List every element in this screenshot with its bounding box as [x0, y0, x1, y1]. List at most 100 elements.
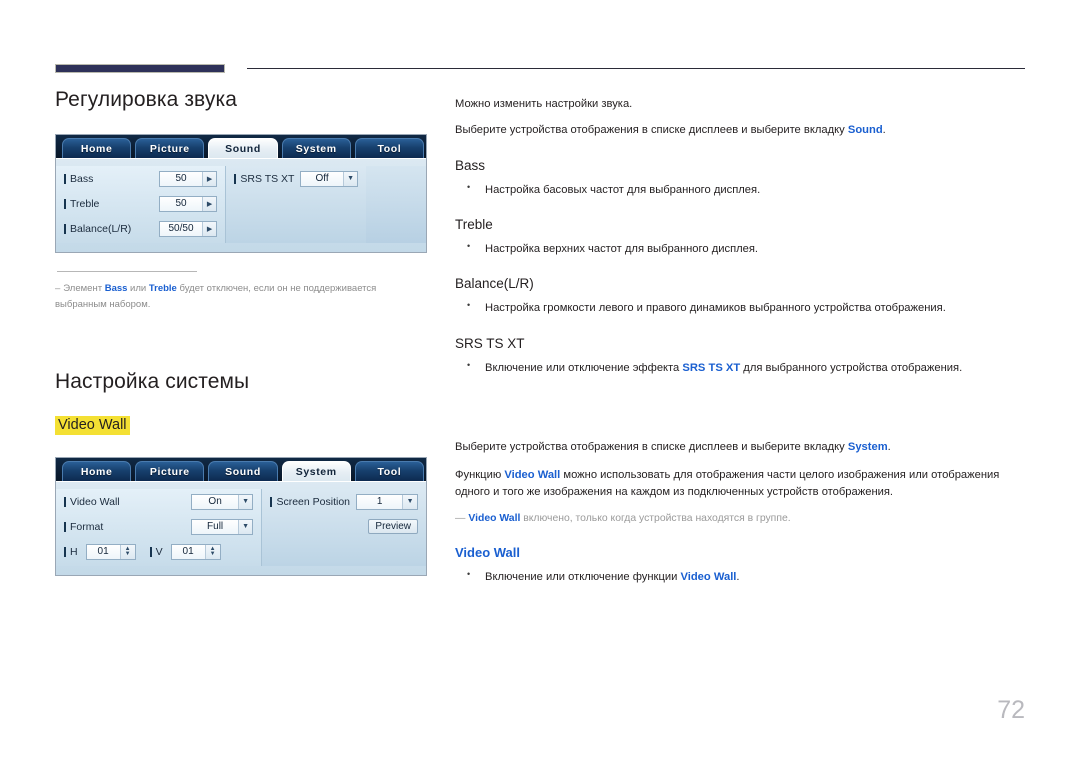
list-item: Включение или отключение эффекта SRS TS …: [465, 359, 1025, 377]
srs-bullet-b: для выбранного устройства отображения.: [740, 361, 963, 374]
bass-stepper[interactable]: 50 ▶: [159, 170, 218, 187]
video-wall-dropdown[interactable]: On ▼: [191, 493, 254, 510]
vw-bullet-a: Включение или отключение функции: [485, 570, 681, 583]
treble-stepper[interactable]: 50 ▶: [159, 195, 218, 212]
osd-pane-mid-sound: SRS TS XT Off ▼: [225, 166, 367, 243]
tab-tool[interactable]: Tool: [354, 138, 425, 158]
tab-picture[interactable]: Picture: [135, 461, 205, 482]
spinner-updown-icon[interactable]: ▲ ▼: [119, 544, 135, 559]
heading-video-wall: Video Wall: [455, 544, 521, 560]
balance-value: 50/50: [168, 223, 194, 234]
column-gap: [455, 381, 1025, 439]
row-video-wall: Video Wall On ▼: [64, 491, 254, 512]
header-rule-thick: [55, 64, 225, 73]
balance-stepper[interactable]: 50/50 ▶: [159, 220, 218, 237]
row-balance-label: Balance(L/R): [64, 223, 131, 235]
chevron-down-icon[interactable]: ▼: [402, 494, 417, 509]
video-wall-value: On: [208, 496, 222, 508]
tab-sound[interactable]: Sound: [208, 138, 278, 158]
row-preview: Preview: [270, 516, 418, 537]
vw-bullet-blue: Video Wall: [680, 570, 737, 583]
system-intro-2: Функцию Video Wall можно использовать дл…: [455, 467, 1025, 502]
note-blue: Video Wall: [468, 513, 521, 525]
osd-tabbar-sound: Home Picture Sound System Tool: [56, 135, 426, 158]
osd-body-sound: Bass 50 ▶ Treble 50 ▶ Balance(L/R) 50/50…: [56, 158, 426, 252]
system-intro-1-blue: System: [847, 441, 888, 454]
srs-bullet-blue: SRS TS XT: [682, 361, 741, 374]
footnote-text-2: или: [127, 283, 149, 294]
sound-intro-1: Можно изменить настройки звука.: [455, 98, 633, 110]
sound-intro-2-a: Выберите устройства отображения в списке…: [455, 124, 848, 137]
footnote-sound: – Элемент Bass или Treble будет отключен,…: [55, 281, 405, 312]
tab-picture[interactable]: Picture: [135, 138, 205, 158]
heading-bass: Bass: [455, 157, 486, 173]
page-title-system: Настройка системы: [55, 370, 250, 394]
tab-tool[interactable]: Tool: [354, 461, 425, 482]
srs-dropdown[interactable]: Off ▼: [300, 170, 359, 187]
footnote-dash: –: [55, 283, 61, 294]
row-format: Format Full ▼: [64, 516, 254, 537]
row-h-label: H: [64, 546, 78, 558]
row-video-wall-label: Video Wall: [64, 496, 120, 508]
v-value: 01: [182, 546, 194, 558]
footnote-bold-bass: Bass: [104, 283, 128, 294]
preview-button[interactable]: Preview: [368, 519, 418, 535]
spinner-updown-icon[interactable]: ▲ ▼: [204, 544, 220, 559]
list-item: Настройка верхних частот для выбранного …: [465, 240, 1025, 258]
row-treble: Treble 50 ▶: [64, 193, 218, 214]
tab-sound[interactable]: Sound: [208, 461, 278, 482]
sound-intro-2-blue: Sound: [847, 124, 883, 137]
chevron-right-icon[interactable]: ▶: [201, 221, 217, 236]
h-value: 01: [97, 546, 109, 558]
bullet-list-treble: Настройка верхних частот для выбранного …: [455, 240, 1025, 258]
format-value: Full: [207, 521, 224, 533]
screen-position-value: 1: [376, 496, 383, 508]
row-format-label: Format: [64, 521, 103, 533]
system-intro-1-b: .: [887, 441, 891, 454]
tab-system[interactable]: System: [281, 461, 351, 482]
heading-balance: Balance(L/R): [455, 276, 534, 292]
system-note: — Video Wall включено, только когда устро…: [455, 511, 1025, 527]
heading-treble: Treble: [455, 217, 493, 233]
row-bass: Bass 50 ▶: [64, 168, 218, 189]
srs-bullet-a: Включение или отключение эффекта: [485, 361, 683, 374]
bass-value: 50: [175, 173, 187, 184]
vw-bullet-b: .: [736, 570, 740, 583]
list-item: Настройка громкости левого и правого дин…: [465, 299, 1025, 317]
highlight-label-video-wall: Video Wall: [55, 416, 130, 436]
row-screen-position-label: Screen Position: [270, 496, 350, 508]
header-rule: [0, 0, 1080, 73]
chevron-down-icon[interactable]: ▼: [237, 494, 253, 509]
page-title-sound: Регулировка звука: [55, 88, 237, 111]
osd-tabbar-system: Home Picture Sound System Tool: [56, 458, 426, 482]
osd-panel-sound: Home Picture Sound System Tool Bass 50 ▶…: [55, 134, 427, 253]
sound-intro-2: Выберите устройства отображения в списке…: [455, 122, 1025, 139]
system-intro-1: Выберите устройства отображения в списке…: [455, 439, 1025, 456]
osd-body-system: Video Wall On ▼ Format Full ▼ H 01 ▲ ▼ V…: [56, 481, 426, 576]
tab-home[interactable]: Home: [62, 461, 132, 482]
tab-home[interactable]: Home: [62, 138, 132, 158]
heading-srs: SRS TS XT: [455, 335, 525, 351]
osd-pane-left-system: Video Wall On ▼ Format Full ▼ H 01 ▲ ▼ V…: [56, 489, 262, 567]
chevron-right-icon[interactable]: ▶: [201, 196, 217, 211]
h-spinner[interactable]: 01 ▲ ▼: [85, 543, 136, 560]
screen-position-dropdown[interactable]: 1 ▼: [356, 493, 418, 510]
v-spinner[interactable]: 01 ▲ ▼: [170, 543, 221, 560]
list-item: Включение или отключение функции Video W…: [465, 568, 1025, 586]
system-intro-1-a: Выберите устройства отображения в списке…: [455, 441, 848, 454]
osd-pane-mid-system: Screen Position 1 ▼ Preview: [261, 489, 426, 567]
header-rule-thin: [247, 68, 1025, 69]
osd-pane-right-sound: [366, 166, 426, 243]
chevron-right-icon[interactable]: ▶: [201, 171, 217, 186]
chevron-down-icon[interactable]: ▼: [237, 519, 253, 534]
tab-system[interactable]: System: [281, 138, 351, 158]
bullet-list-srs: Включение или отключение эффекта SRS TS …: [455, 359, 1025, 377]
format-dropdown[interactable]: Full ▼: [191, 518, 254, 535]
row-h-v: H 01 ▲ ▼ V 01 ▲ ▼: [64, 541, 253, 562]
system-intro-2-blue: Video Wall: [504, 468, 561, 481]
right-column: Можно изменить настройки звука. Выберите…: [455, 96, 1025, 590]
sound-intro-2-b: .: [882, 124, 886, 137]
chevron-down-icon[interactable]: ▼: [342, 171, 358, 186]
page-number: 72: [997, 696, 1025, 724]
note-dash-icon: —: [455, 513, 466, 525]
